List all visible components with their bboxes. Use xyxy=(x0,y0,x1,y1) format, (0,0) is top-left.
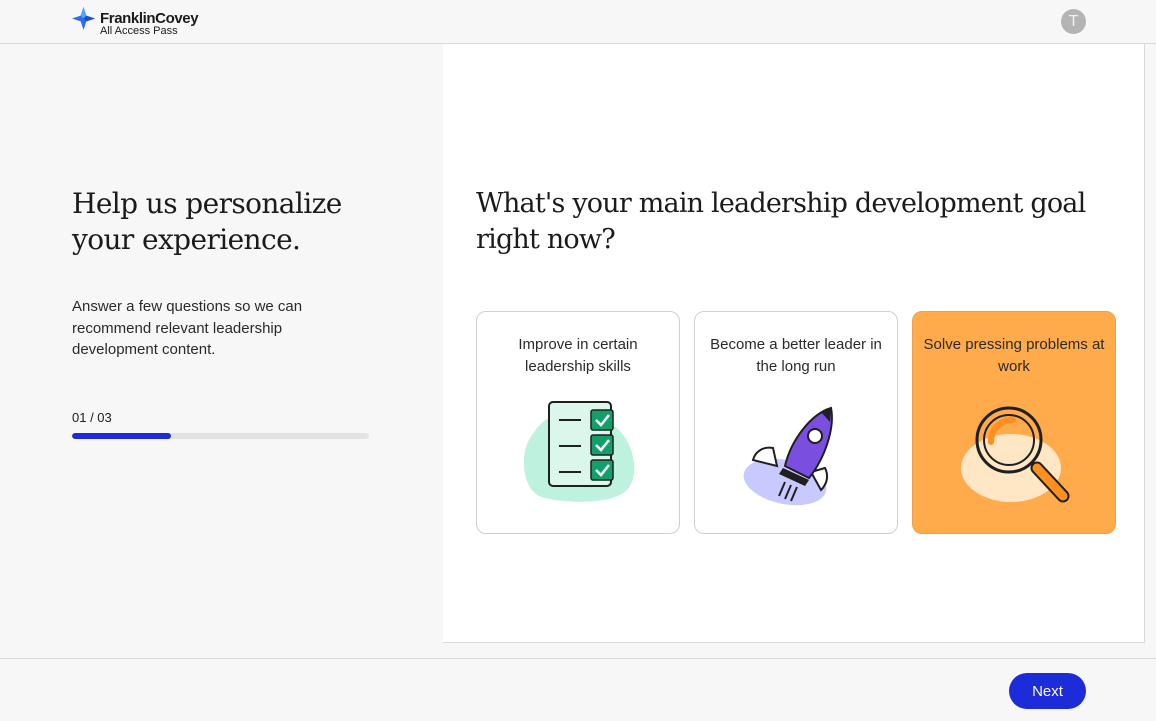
brand-subtitle: All Access Pass xyxy=(100,25,178,37)
page-title: Help us personalize your experience. xyxy=(72,187,342,256)
progress-bar-fill xyxy=(72,433,171,439)
option-label: Become a better leader in the long run xyxy=(710,336,882,375)
top-bar: FranklinCovey All Access Pass T xyxy=(0,0,1156,44)
rocket-icon xyxy=(743,406,833,506)
magnifier-icon xyxy=(961,406,1070,503)
checklist-icon xyxy=(523,401,635,502)
step-counter: 01 / 03 xyxy=(72,410,112,425)
option-card-problems[interactable]: Solve pressing problems at work xyxy=(912,311,1116,534)
option-card-skills[interactable]: Improve in certain leadership skills xyxy=(476,311,680,534)
option-label: Solve pressing problems at work xyxy=(923,336,1105,375)
question-panel: What's your main leadership development … xyxy=(443,44,1145,643)
option-label: Improve in certain leadership skills xyxy=(518,336,638,375)
next-button[interactable]: Next xyxy=(1009,673,1086,709)
intro-panel: Help us personalize your experience. Ans… xyxy=(0,44,443,658)
intro-description: Answer a few questions so we can recomme… xyxy=(72,298,303,358)
progress-bar xyxy=(72,433,369,439)
user-avatar[interactable]: T xyxy=(1061,9,1086,34)
footer-bar: Next xyxy=(0,658,1156,721)
option-card-long-run[interactable]: Become a better leader in the long run xyxy=(694,311,898,534)
question-title: What's your main leadership development … xyxy=(476,188,1086,255)
franklincovey-star-icon xyxy=(72,7,95,30)
